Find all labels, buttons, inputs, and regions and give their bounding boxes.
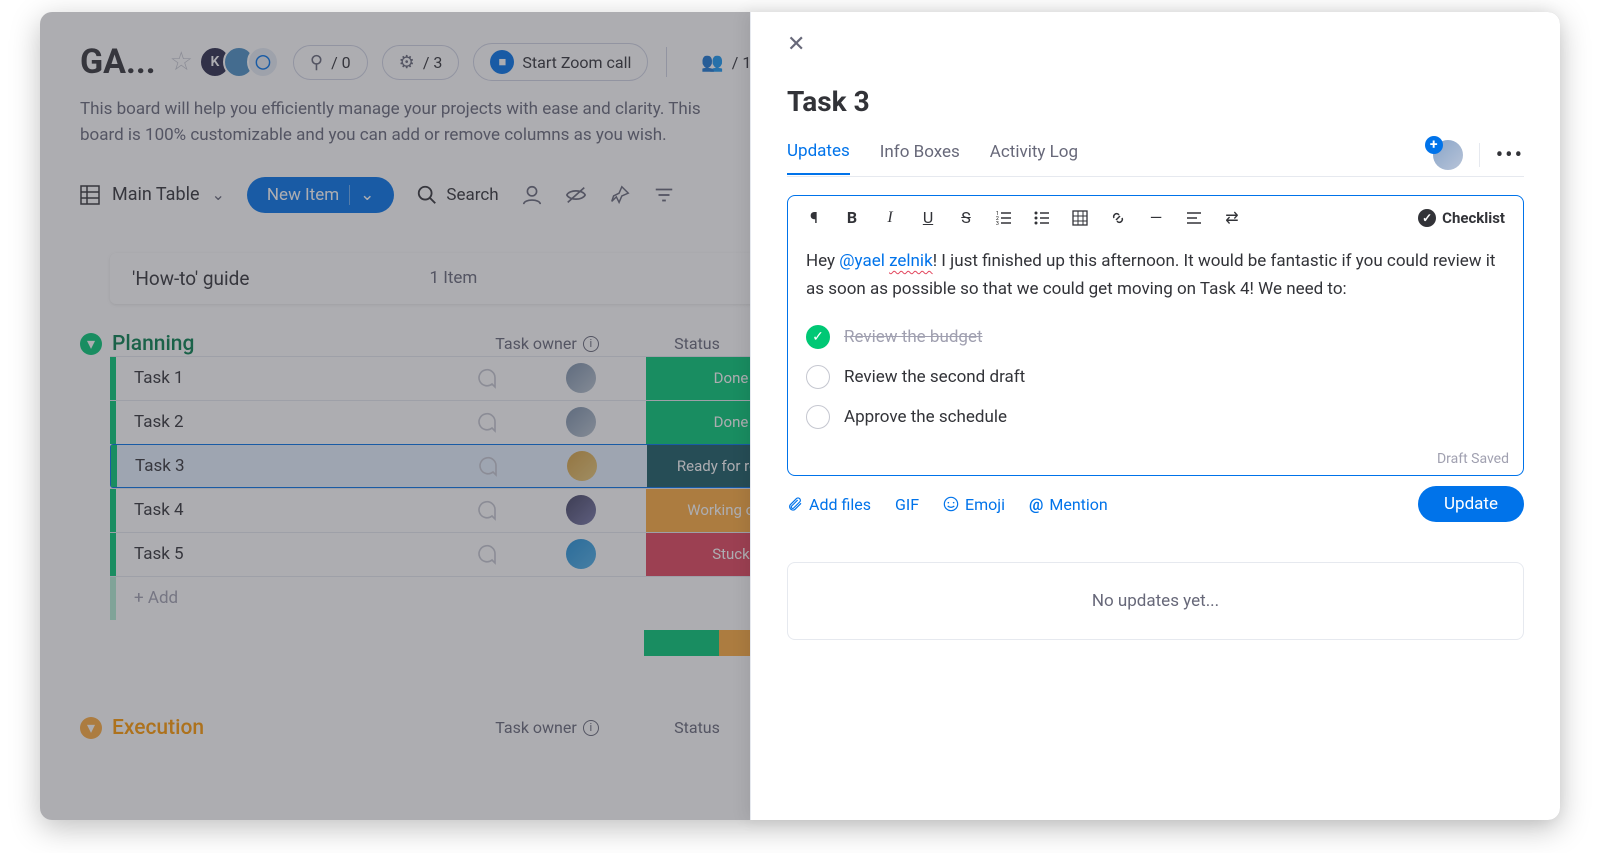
table-icon[interactable] <box>1072 210 1088 226</box>
italic-icon[interactable]: I <box>882 209 898 227</box>
close-icon[interactable]: ✕ <box>787 32 1524 57</box>
checklist-text[interactable]: Approve the schedule <box>844 403 1007 431</box>
add-member-button[interactable]: + <box>1433 140 1463 170</box>
plus-icon: + <box>1425 136 1443 154</box>
checkbox-icon[interactable]: ✓ <box>806 325 830 349</box>
panel-tabs: Updates Info Boxes Activity Log + ••• <box>787 140 1524 177</box>
update-button[interactable]: Update <box>1418 486 1524 522</box>
checklist-text[interactable]: Review the second draft <box>844 363 1025 391</box>
draft-saved-label: Draft Saved <box>788 451 1523 475</box>
paragraph-icon[interactable]: ¶ <box>806 208 822 227</box>
horizontal-rule-icon[interactable]: — <box>1148 208 1164 227</box>
checklist-text[interactable]: Review the budget <box>844 323 983 351</box>
smile-icon <box>943 496 959 512</box>
more-options-icon[interactable]: ••• <box>1496 143 1524 168</box>
add-files-button[interactable]: Add files <box>787 495 871 514</box>
editor-toolbar: ¶ B I U S 123 — ⇄ ✓ Checklist <box>788 196 1523 239</box>
checklist-item[interactable]: Review the second draft <box>806 357 1505 397</box>
mention-chip[interactable]: @yael zelnik <box>839 251 932 271</box>
gif-button[interactable]: GIF <box>895 495 919 514</box>
editor-textarea[interactable]: Hey @yael zelnik! I just finished up thi… <box>788 239 1523 451</box>
at-icon: @ <box>1029 495 1043 514</box>
direction-icon[interactable]: ⇄ <box>1224 208 1240 227</box>
align-icon[interactable] <box>1186 210 1202 226</box>
panel-title[interactable]: Task 3 <box>787 85 1524 118</box>
checklist-item[interactable]: Approve the schedule <box>806 397 1505 437</box>
update-editor: ¶ B I U S 123 — ⇄ ✓ Checklist Hey @yael … <box>787 195 1524 476</box>
check-icon: ✓ <box>1418 209 1436 227</box>
ordered-list-icon[interactable]: 123 <box>996 210 1012 226</box>
tab-activity-log[interactable]: Activity Log <box>990 142 1078 174</box>
bold-icon[interactable]: B <box>844 208 860 227</box>
tab-updates[interactable]: Updates <box>787 141 850 175</box>
no-updates-placeholder: No updates yet... <box>787 562 1524 640</box>
strikethrough-icon[interactable]: S <box>958 208 974 227</box>
checkbox-icon[interactable] <box>806 365 830 389</box>
tab-info-boxes[interactable]: Info Boxes <box>880 142 960 174</box>
checkbox-icon[interactable] <box>806 405 830 429</box>
checklist: ✓ Review the budget Review the second draf… <box>806 317 1505 437</box>
underline-icon[interactable]: U <box>920 208 936 227</box>
mention-button[interactable]: @ Mention <box>1029 495 1108 514</box>
link-icon[interactable] <box>1110 210 1126 226</box>
unordered-list-icon[interactable] <box>1034 210 1050 226</box>
checklist-button[interactable]: ✓ Checklist <box>1418 209 1505 227</box>
editor-actions: Add files GIF Emoji @ Mention Update <box>787 486 1524 522</box>
editor-text: Hey <box>806 251 839 271</box>
paperclip-icon <box>787 496 803 512</box>
item-detail-panel: ✕ Task 3 Updates Info Boxes Activity Log… <box>750 12 1560 820</box>
emoji-button[interactable]: Emoji <box>943 495 1005 514</box>
svg-text:3: 3 <box>996 221 999 226</box>
divider <box>1479 143 1480 167</box>
checklist-item[interactable]: ✓ Review the budget <box>806 317 1505 357</box>
